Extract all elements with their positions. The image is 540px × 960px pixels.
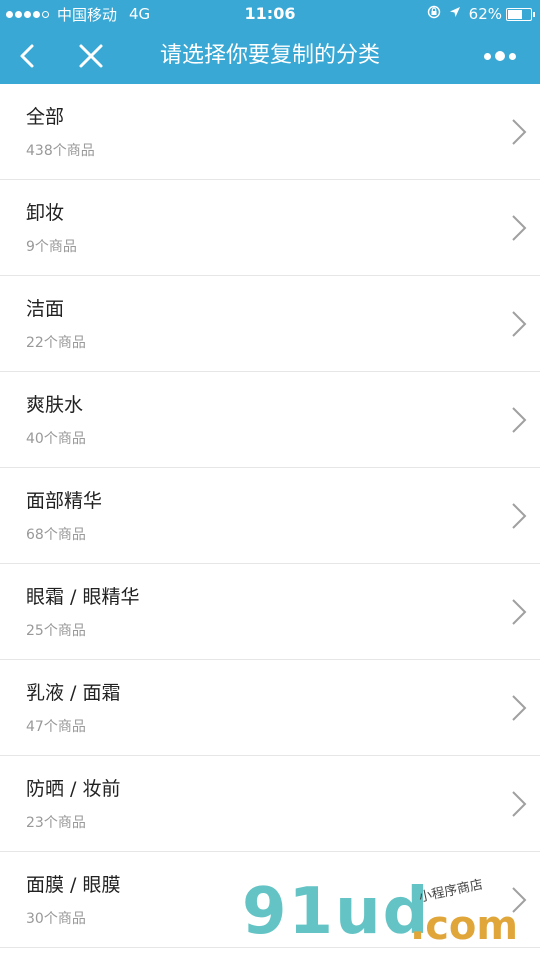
location-icon — [449, 6, 461, 22]
category-item[interactable]: 乳液 / 面霜 47个商品 — [0, 660, 540, 756]
status-bar: 中国移动 4G 11:06 62% — [0, 0, 540, 28]
page-title: 请选择你要复制的分类 — [159, 43, 380, 68]
category-count: 30个商品 — [26, 911, 86, 927]
category-list: 全部 438个商品 卸妆 9个商品 洁面 22个商品 爽肤水 40个商品 面部精 — [0, 84, 540, 948]
chevron-right-icon — [512, 599, 527, 625]
more-dot-icon — [484, 52, 491, 60]
category-item[interactable]: 面部精华 68个商品 — [0, 468, 540, 564]
battery-fill — [508, 9, 522, 19]
category-name: 乳液 / 面霜 — [26, 682, 121, 704]
back-arrow-icon — [20, 44, 34, 68]
watermark-logo: 91ud — [242, 875, 431, 949]
chevron-right-icon — [512, 407, 527, 433]
category-count: 22个商品 — [26, 335, 86, 351]
category-count: 438个商品 — [26, 143, 95, 159]
category-name: 洁面 — [26, 298, 65, 320]
status-right: 62% — [427, 0, 535, 28]
category-name: 眼霜 / 眼精华 — [26, 586, 140, 608]
category-name: 防晒 / 妆前 — [26, 778, 121, 800]
category-count: 25个商品 — [26, 623, 86, 639]
category-name: 面膜 / 眼膜 — [26, 874, 121, 896]
chevron-right-icon — [512, 119, 527, 145]
category-name: 面部精华 — [26, 490, 103, 512]
category-item[interactable]: 眼霜 / 眼精华 25个商品 — [0, 564, 540, 660]
chevron-right-icon — [512, 503, 527, 529]
close-button[interactable] — [72, 36, 112, 76]
back-button[interactable] — [12, 36, 52, 76]
more-dot-icon — [495, 51, 505, 61]
category-count: 23个商品 — [26, 815, 86, 831]
category-item[interactable]: 卸妆 9个商品 — [0, 180, 540, 276]
category-count: 47个商品 — [26, 719, 86, 735]
category-name: 卸妆 — [26, 202, 65, 224]
watermark-domain: .com — [410, 903, 519, 949]
category-name: 爽肤水 — [26, 394, 84, 416]
close-icon — [79, 44, 103, 68]
chevron-right-icon — [512, 215, 527, 241]
rotation-lock-icon — [427, 5, 441, 23]
category-item[interactable]: 全部 438个商品 — [0, 84, 540, 180]
category-item[interactable]: 洁面 22个商品 — [0, 276, 540, 372]
watermark: 91ud .com 小程序商店 — [238, 875, 538, 960]
more-button[interactable] — [472, 36, 528, 76]
battery-icon — [506, 7, 535, 21]
category-count: 9个商品 — [26, 239, 77, 255]
battery-percent: 62% — [468, 5, 502, 23]
chevron-right-icon — [512, 791, 527, 817]
category-count: 40个商品 — [26, 431, 86, 447]
category-item[interactable]: 爽肤水 40个商品 — [0, 372, 540, 468]
chevron-right-icon — [512, 311, 527, 337]
category-item[interactable]: 防晒 / 妆前 23个商品 — [0, 756, 540, 852]
navigation-bar: 请选择你要复制的分类 — [0, 28, 540, 84]
chevron-right-icon — [512, 695, 527, 721]
category-count: 68个商品 — [26, 527, 86, 543]
category-name: 全部 — [26, 106, 65, 128]
more-dot-icon — [509, 52, 516, 60]
